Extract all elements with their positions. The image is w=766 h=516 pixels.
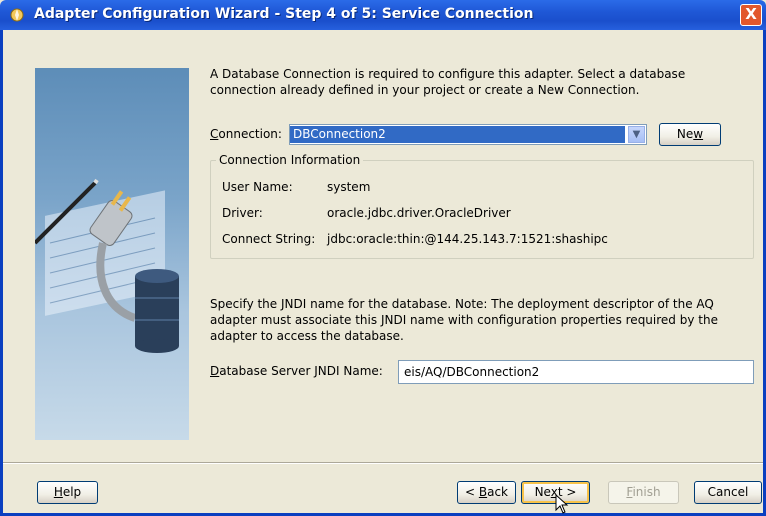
close-button[interactable]: X: [740, 4, 762, 26]
driver-label: Driver:: [222, 206, 263, 220]
intro-line-2: connection already defined in your proje…: [210, 83, 640, 97]
title-bar: Adapter Configuration Wizard - Step 4 of…: [0, 0, 766, 30]
intro-line-1: A Database Connection is required to con…: [210, 67, 686, 81]
connection-dropdown[interactable]: DBConnection2 ▼: [289, 124, 647, 145]
connect-string-value: jdbc:oracle:thin:@144.25.143.7:1521:shas…: [327, 232, 608, 246]
button-separator: [3, 462, 763, 464]
new-connection-button[interactable]: New: [659, 123, 721, 146]
finish-text: inish: [632, 485, 661, 499]
jndi-note-line-2: adapter must associate this JNDI name wi…: [210, 313, 718, 327]
back-mnemonic: B: [478, 485, 488, 499]
help-text: elp: [62, 485, 82, 499]
connection-label-text: onnection:: [218, 127, 282, 141]
window-title: Adapter Configuration Wizard - Step 4 of…: [34, 6, 534, 22]
cancel-button[interactable]: Cancel: [694, 481, 762, 504]
back-text: ack: [487, 485, 508, 499]
help-mnemonic: H: [53, 485, 63, 499]
finish-button[interactable]: Finish: [608, 481, 679, 504]
new-button-text: Ne: [676, 127, 694, 141]
user-name-label: User Name:: [222, 180, 293, 194]
adapter-wizard-icon: [10, 8, 24, 22]
jndi-name-label: Database Server JNDI Name:: [210, 364, 383, 378]
help-button[interactable]: Help: [37, 481, 98, 504]
jndi-note-line-1: Specify the JNDI name for the database. …: [210, 297, 714, 311]
user-name-value: system: [327, 180, 371, 194]
connection-info-legend: Connection Information: [216, 153, 364, 167]
jndi-label-mnemonic: D: [210, 364, 220, 378]
new-button-mnemonic: w: [693, 127, 704, 141]
back-text-pre: <: [464, 485, 479, 499]
jndi-label-text: atabase Server JNDI Name:: [219, 364, 383, 378]
wizard-illustration: [35, 68, 189, 440]
driver-value: oracle.jdbc.driver.OracleDriver: [327, 206, 511, 220]
mouse-cursor-icon: [555, 494, 569, 514]
chevron-down-icon[interactable]: ▼: [628, 126, 645, 143]
next-text-pre: Ne: [534, 485, 551, 499]
jndi-name-input[interactable]: eis/AQ/DBConnection2: [398, 360, 754, 384]
connection-selected-value: DBConnection2: [290, 126, 625, 143]
connection-label: Connection:: [210, 127, 282, 141]
jndi-note-line-3: adapter to access the database.: [210, 329, 404, 343]
connect-string-label: Connect String:: [222, 232, 316, 246]
back-button[interactable]: < Back: [457, 481, 516, 504]
